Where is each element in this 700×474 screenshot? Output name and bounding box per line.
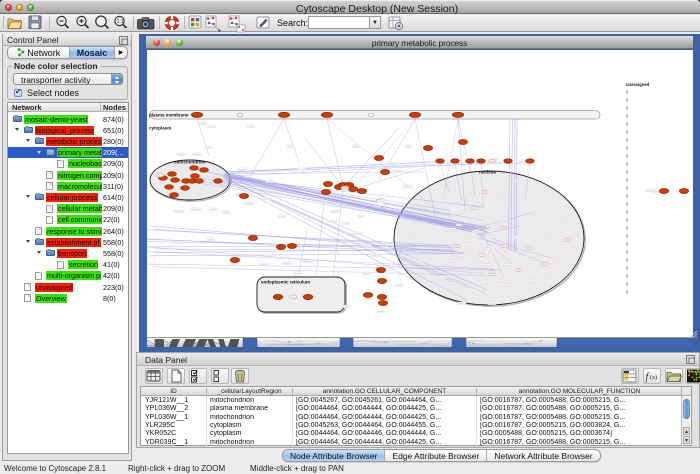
- svg-text:nucleus: nucleus: [479, 170, 497, 175]
- svg-text:mitochondrion: mitochondrion: [174, 160, 206, 165]
- svg-text:endoplasmic reticulum: endoplasmic reticulum: [261, 280, 310, 285]
- svg-text:(x): (x): [650, 374, 657, 381]
- svg-text:unassigned: unassigned: [626, 82, 650, 87]
- svg-text:f: f: [646, 372, 650, 383]
- svg-text:plasma membrane: plasma membrane: [149, 113, 189, 118]
- svg-text:cytoplasm: cytoplasm: [149, 126, 171, 131]
- svg-text:1:1: 1:1: [117, 19, 124, 25]
